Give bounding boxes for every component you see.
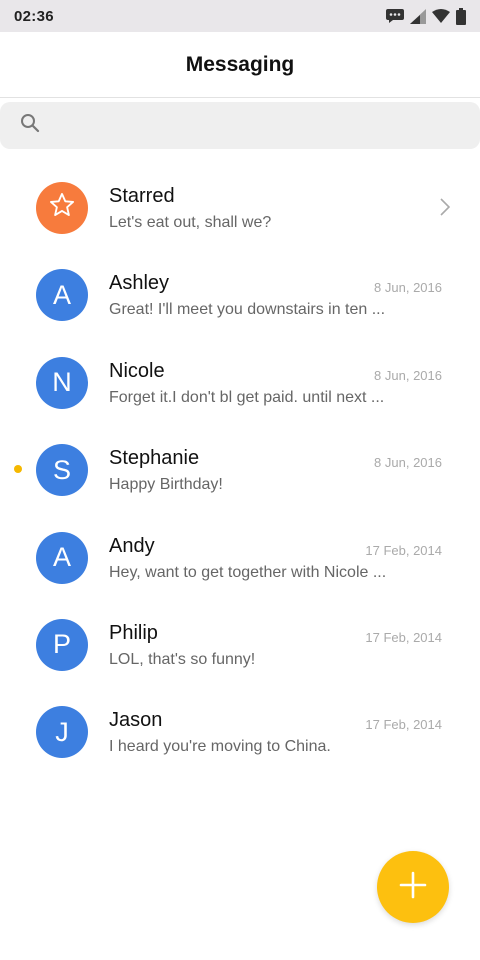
- plus-icon: [398, 870, 428, 905]
- conversation-date: 8 Jun, 2016: [374, 367, 442, 383]
- avatar: P: [36, 618, 88, 671]
- conversation-name: Nicole: [109, 359, 165, 382]
- starred-avatar: [36, 182, 88, 234]
- conversation-date: 8 Jun, 2016: [374, 280, 442, 296]
- avatar: A: [36, 531, 88, 584]
- page-title: Messaging: [185, 52, 295, 76]
- avatar-initial: P: [52, 629, 71, 660]
- conversation-name: Stephanie: [109, 447, 200, 470]
- conversation-date: 17 Feb, 2014: [365, 542, 442, 558]
- conversation-name: Ashley: [109, 272, 170, 295]
- conversation-item-starred[interactable]: Starred Let's eat out, shall we?: [0, 166, 480, 253]
- conversation-item[interactable]: J Jason I heard you're moving to China. …: [0, 690, 480, 777]
- avatar: N: [36, 356, 88, 409]
- search-icon: [20, 113, 40, 138]
- conversation-item[interactable]: A Andy Hey, want to get together with Ni…: [0, 516, 480, 603]
- conversation-name: Andy: [109, 534, 155, 557]
- conversation-preview: Forget it.I don't bl get paid. until nex…: [109, 388, 385, 406]
- search-input[interactable]: [52, 102, 480, 149]
- status-time: 02:36: [14, 7, 54, 25]
- unread-dot: [14, 465, 22, 474]
- signal-icon: [410, 8, 426, 24]
- avatar: A: [36, 269, 88, 322]
- conversation-name: Starred: [109, 185, 175, 207]
- conversation-name: Jason: [109, 709, 163, 732]
- conversation-date: 17 Feb, 2014: [365, 717, 442, 733]
- conversation-preview: I heard you're moving to China.: [109, 738, 331, 756]
- conversation-preview: Great! I'll meet you downstairs in ten .…: [109, 301, 386, 319]
- conversation-preview: Let's eat out, shall we?: [109, 214, 272, 231]
- conversation-date: 8 Jun, 2016: [374, 455, 442, 471]
- conversation-item[interactable]: P Philip LOL, that's so funny! 17 Feb, 2…: [0, 603, 480, 690]
- conversation-name: Philip: [109, 621, 158, 644]
- new-message-button[interactable]: [377, 851, 449, 923]
- conversation-item[interactable]: S Stephanie Happy Birthday! 8 Jun, 2016: [0, 428, 480, 515]
- search-bar[interactable]: [0, 102, 480, 149]
- chevron-right-icon: [440, 198, 451, 221]
- avatar: J: [36, 706, 88, 759]
- avatar: S: [36, 444, 88, 497]
- conversation-preview: LOL, that's so funny!: [109, 650, 256, 668]
- message-icon: [386, 9, 404, 23]
- avatar-initial: A: [52, 542, 71, 573]
- conversation-list: Starred Let's eat out, shall we? A Ashle…: [0, 166, 480, 778]
- conversation-preview: Hey, want to get together with Nicole ..…: [109, 563, 387, 581]
- wifi-icon: [432, 9, 450, 23]
- conversation-preview: Happy Birthday!: [109, 476, 223, 494]
- conversation-date: 17 Feb, 2014: [365, 629, 442, 645]
- avatar-initial: N: [52, 367, 72, 398]
- status-bar: 02:36: [0, 0, 480, 32]
- app-header: Messaging: [0, 32, 480, 98]
- status-icons: [386, 7, 466, 25]
- avatar-initial: J: [55, 716, 69, 747]
- avatar-initial: S: [52, 454, 71, 485]
- messaging-screen: 02:36 Messaging Starred Let's eat out, s…: [0, 0, 480, 960]
- star-icon: [48, 191, 76, 226]
- avatar-initial: A: [52, 279, 71, 310]
- conversation-item[interactable]: A Ashley Great! I'll meet you downstairs…: [0, 253, 480, 340]
- conversation-item[interactable]: N Nicole Forget it.I don't bl get paid. …: [0, 341, 480, 428]
- battery-icon: [456, 7, 466, 25]
